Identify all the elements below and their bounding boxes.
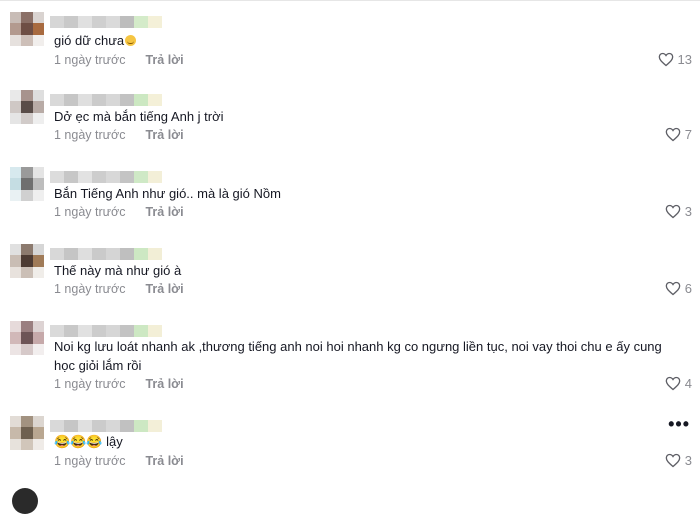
username-blurred[interactable] [50,94,162,106]
like-count: 7 [684,127,692,142]
comment-text: Dở ẹc mà bắn tiếng Anh j trời [54,109,224,124]
comment-meta: 1 ngày trước Trả lời [54,128,184,142]
like-button[interactable]: 6 [665,281,692,296]
comment-date: 1 ngày trước [54,282,126,296]
comment-meta: 1 ngày trước Trả lời [54,205,184,219]
reply-button[interactable]: Trả lời [145,282,183,296]
reply-button[interactable]: Trả lời [145,53,183,67]
comment-text: gió dữ chưa [54,31,684,50]
comment-text: 😂😂😂 lậy [54,434,123,449]
like-button[interactable]: 13 [658,52,692,67]
comment-date: 1 ngày trước [54,205,126,219]
heart-outline-icon [665,453,681,468]
like-count: 4 [684,376,692,391]
comment-meta: 1 ngày trước Trả lời [54,377,184,391]
like-button[interactable]: 4 [665,376,692,391]
avatar[interactable] [10,244,44,278]
username-blurred[interactable] [50,420,162,432]
avatar[interactable] [10,167,44,201]
avatar[interactable] [10,416,44,450]
avatar[interactable] [10,321,44,355]
reply-button[interactable]: Trả lời [145,377,183,391]
comment-text: Thế này mà như gió à [54,263,182,278]
username-blurred[interactable] [50,16,162,28]
top-divider [0,0,700,1]
comment-date: 1 ngày trước [54,454,126,468]
reply-button[interactable]: Trả lời [145,454,183,468]
grin-emoji-icon [125,35,137,46]
like-button[interactable]: 7 [665,127,692,142]
comment-text: Bắn Tiếng Anh như gió.. mà là gió Nồm [54,186,281,201]
like-button[interactable]: 3 [665,453,692,468]
comment-text: Noi kg lưu loát nhanh ak ,thương tiếng a… [54,339,662,373]
comment-meta: 1 ngày trước Trả lời [54,53,184,67]
like-count: 3 [684,453,692,468]
like-count: 13 [677,52,692,67]
next-comment-avatar[interactable] [12,488,38,514]
like-count: 6 [684,281,692,296]
heart-outline-icon [665,281,681,296]
reply-button[interactable]: Trả lời [145,128,183,142]
comment-meta: 1 ngày trước Trả lời [54,282,184,296]
comment-date: 1 ngày trước [54,53,126,67]
heart-outline-icon [665,127,681,142]
like-button[interactable]: 3 [665,204,692,219]
like-count: 3 [684,204,692,219]
comment-date: 1 ngày trước [54,128,126,142]
avatar[interactable] [10,12,44,46]
username-blurred[interactable] [50,248,162,260]
avatar[interactable] [10,90,44,124]
heart-outline-icon [665,376,681,391]
heart-outline-icon [665,204,681,219]
username-blurred[interactable] [50,171,162,183]
heart-outline-icon [658,52,673,67]
comment-meta: 1 ngày trước Trả lời [54,454,184,468]
comment-date: 1 ngày trước [54,377,126,391]
reply-button[interactable]: Trả lời [145,205,183,219]
username-blurred[interactable] [50,325,162,337]
